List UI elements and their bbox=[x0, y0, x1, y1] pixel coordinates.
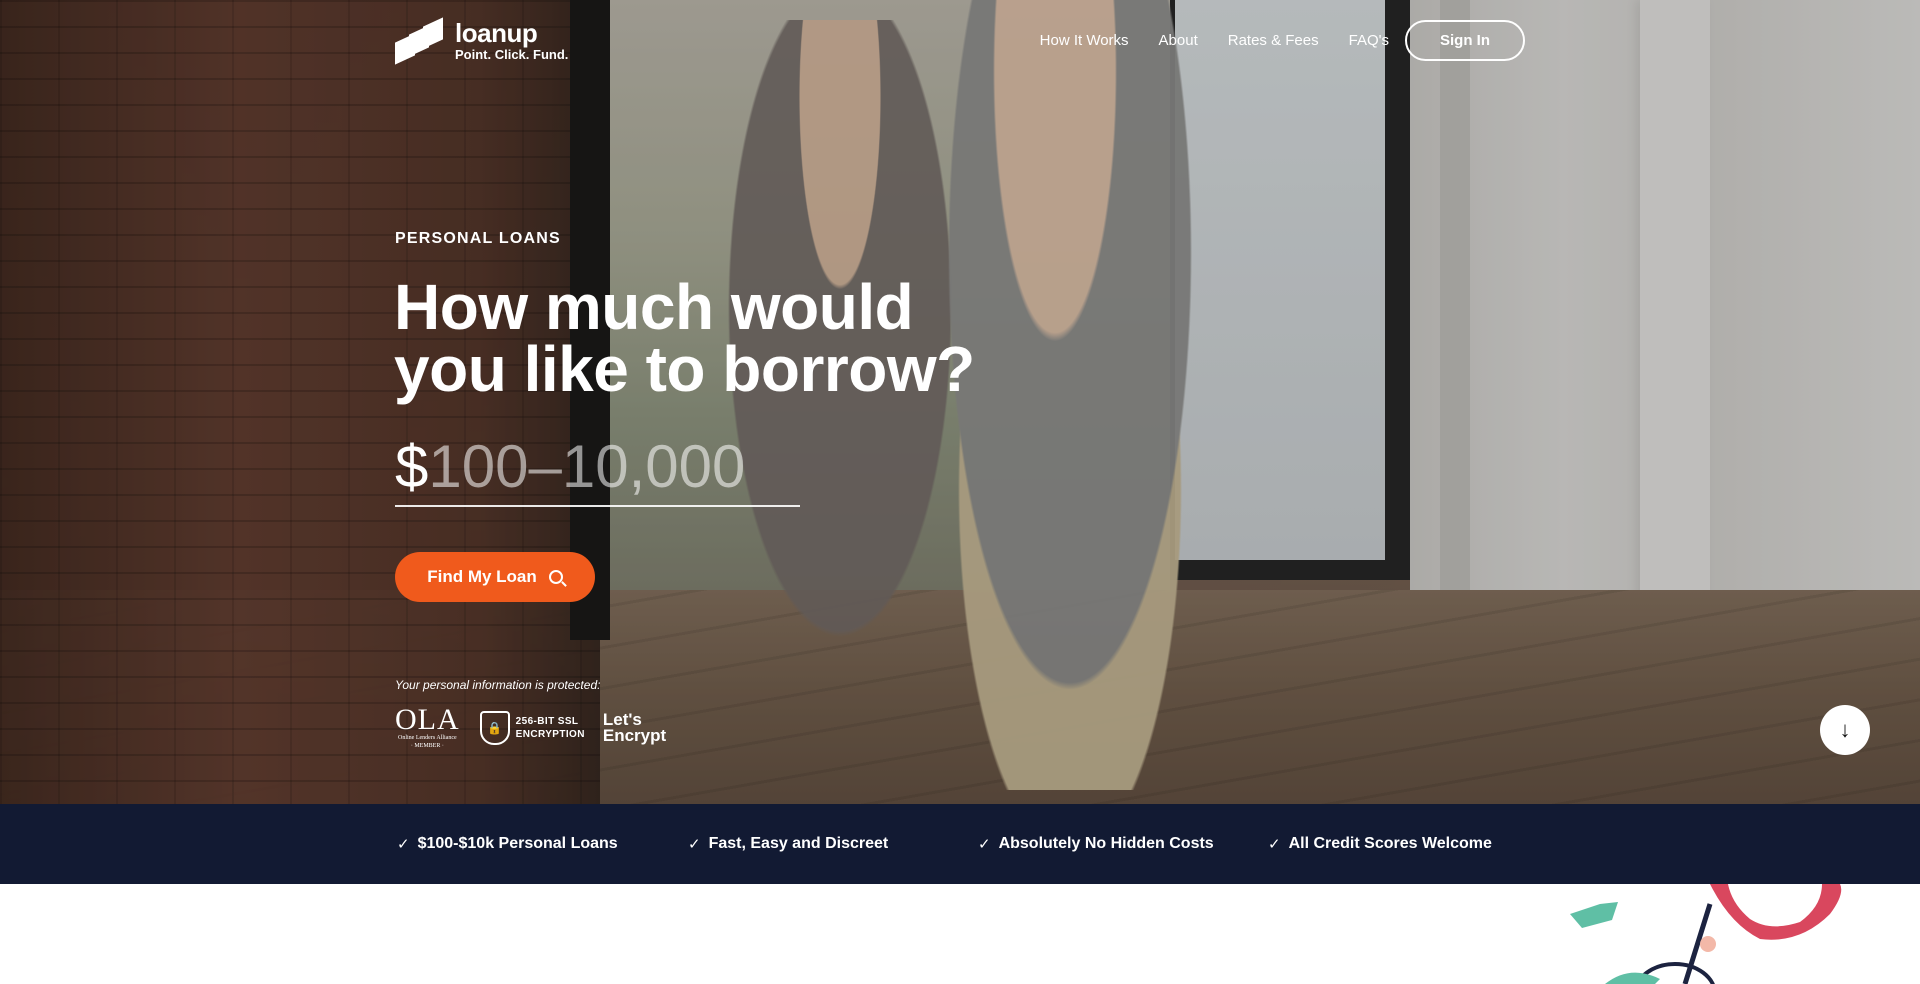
feature-bar: ✓ $100-$10k Personal Loans ✓ Fast, Easy … bbox=[0, 804, 1920, 884]
nav-link-rates-fees[interactable]: Rates & Fees bbox=[1228, 32, 1319, 49]
hero-eyebrow: PERSONAL LOANS bbox=[395, 230, 561, 247]
feature-item: ✓ Absolutely No Hidden Costs bbox=[978, 835, 1214, 853]
hero-headline-line-1: How much would bbox=[394, 271, 914, 343]
find-my-loan-button[interactable]: Find My Loan bbox=[395, 552, 595, 602]
money-net-illustration bbox=[1570, 884, 1842, 984]
ssl-badge: 🔒 256-BIT SSL ENCRYPTION bbox=[479, 711, 585, 745]
feature-item: ✓ $100-$10k Personal Loans bbox=[397, 835, 618, 853]
check-icon: ✓ bbox=[397, 836, 410, 853]
check-icon: ✓ bbox=[1268, 836, 1281, 853]
sign-in-button[interactable]: Sign In bbox=[1405, 20, 1525, 61]
nav-link-how-it-works[interactable]: How It Works bbox=[1040, 32, 1129, 49]
shield-lock-icon: 🔒 bbox=[479, 711, 510, 745]
hero-headline-line-2: you like to borrow? bbox=[394, 333, 975, 405]
logo[interactable]: loanup Point. Click. Fund. bbox=[395, 16, 568, 66]
ola-badge: OLA Online Lenders Alliance · MEMBER · bbox=[395, 703, 460, 750]
scroll-down-button[interactable]: ↓ bbox=[1820, 705, 1870, 755]
find-my-loan-label: Find My Loan bbox=[427, 567, 537, 586]
lets-encrypt-badge: Let's Encrypt bbox=[602, 710, 667, 745]
amount-placeholder: 100–10,000 bbox=[428, 433, 746, 500]
check-icon: ✓ bbox=[978, 836, 991, 853]
arm-shape bbox=[1710, 884, 1842, 940]
arrow-down-icon: ↓ bbox=[1839, 717, 1851, 742]
amount-prefix: $ bbox=[395, 433, 429, 500]
nav-link-faqs[interactable]: FAQ's bbox=[1349, 32, 1389, 49]
protected-text: Your personal information is protected: bbox=[395, 678, 601, 692]
logo-tagline: Point. Click. Fund. bbox=[455, 47, 569, 62]
cash-bill-shape bbox=[1605, 972, 1660, 984]
main-nav: How It Works About Rates & Fees FAQ's Si… bbox=[1010, 20, 1525, 61]
check-icon: ✓ bbox=[688, 836, 701, 853]
nav-link-about[interactable]: About bbox=[1159, 32, 1198, 49]
hand-shape bbox=[1700, 936, 1716, 952]
hero-headline: How much would you like to borrow? bbox=[394, 271, 1094, 405]
content-section bbox=[0, 884, 1920, 984]
logo-mark-icon bbox=[395, 16, 443, 66]
feature-item: ✓ All Credit Scores Welcome bbox=[1268, 835, 1492, 853]
feature-item: ✓ Fast, Easy and Discreet bbox=[688, 835, 889, 853]
logo-name: loanup bbox=[455, 18, 538, 48]
cash-bill-shape bbox=[1570, 902, 1618, 928]
trust-badges: OLA Online Lenders Alliance · MEMBER · 🔒… bbox=[395, 703, 667, 750]
ola-logo-text: OLA bbox=[395, 703, 460, 736]
search-icon bbox=[548, 570, 563, 584]
loan-amount-input[interactable]: $ 100–10,000 bbox=[395, 432, 800, 507]
